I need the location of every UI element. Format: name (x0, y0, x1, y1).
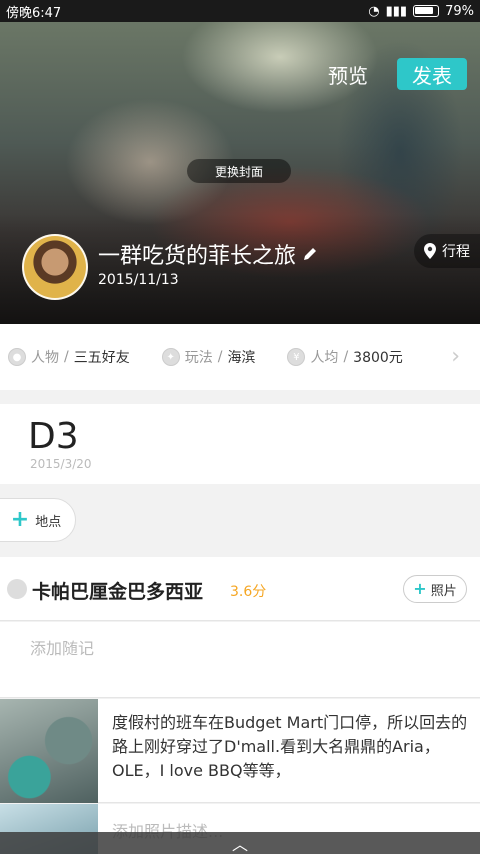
itinerary-label: 行程 (442, 244, 470, 260)
publish-button[interactable]: 发表 (397, 58, 467, 90)
trip-tags-bar[interactable]: ● 人物 / 三五好友 ✦ 玩法 / 海滨 ¥ 人均/3800元 › (0, 324, 480, 390)
tag-value: 三五好友 (73, 350, 130, 366)
battery-icon (413, 5, 440, 17)
add-place-button[interactable]: + 地点 (0, 498, 76, 542)
trip-title[interactable]: 一群吃货的菲长之旅 (98, 238, 318, 270)
trip-date: 2015/11/13 (98, 272, 179, 288)
tag-value: 3800元 (353, 350, 403, 366)
tag-cost[interactable]: ¥ 人均/3800元 (287, 347, 403, 367)
place-name: 卡帕巴厘金巴多西亚 (32, 581, 204, 603)
wifi-icon: ◔ (368, 3, 380, 19)
signal-icon: ▮▮▮ (385, 3, 408, 19)
tag-key: 人均 (310, 350, 339, 366)
chevron-up-icon[interactable]: ︿ (232, 831, 248, 854)
status-icons: ◔ ▮▮▮ 79% (368, 4, 474, 19)
tag-people[interactable]: ● 人物 / 三五好友 (8, 347, 130, 367)
cover-image: 预览 发表 更换封面 一群吃货的菲长之旅 2015/11/13 行程 (0, 22, 480, 324)
preview-button[interactable]: 预览 (328, 60, 368, 89)
add-photo-label: 照片 (430, 583, 457, 599)
place-rating: 3.6分 (230, 584, 267, 600)
tag-key: 玩法 (184, 350, 213, 366)
edit-pencil-icon[interactable] (302, 246, 318, 262)
tag-play[interactable]: ✦ 玩法 / 海滨 (161, 347, 256, 367)
place-marker-icon (7, 579, 27, 599)
photo-description[interactable]: 度假村的班车在Budget Mart门口停，所以回去的路上刚好穿过了D'mall… (112, 711, 468, 783)
status-time: 傍晚6:47 (6, 5, 62, 21)
photo-thumbnail[interactable] (0, 699, 98, 803)
add-note-field[interactable]: 添加随记 (0, 622, 480, 698)
status-bar: 傍晚6:47 ◔ ▮▮▮ 79% (0, 0, 480, 22)
collapse-bar[interactable]: ︿ (0, 832, 480, 854)
tag-value: 海滨 (227, 350, 256, 366)
photo-entry[interactable]: 度假村的班车在Budget Mart门口停，所以回去的路上刚好穿过了D'mall… (0, 699, 480, 803)
plus-icon: + (413, 579, 427, 598)
play-icon: ✦ (161, 348, 180, 366)
tag-key: 人物 (31, 350, 59, 366)
chevron-right-icon[interactable]: › (451, 344, 460, 369)
person-icon: ● (8, 348, 26, 366)
plus-icon: + (10, 507, 30, 532)
note-placeholder: 添加随记 (30, 639, 95, 658)
location-pin-icon (424, 243, 436, 259)
trip-title-text: 一群吃货的菲长之旅 (98, 244, 297, 269)
avatar[interactable] (22, 234, 88, 300)
battery-percent: 79% (445, 3, 474, 19)
yen-icon: ¥ (287, 348, 306, 366)
day-date: 2015/3/20 (30, 457, 92, 471)
day-label: D3 (28, 416, 79, 457)
day-header: D3 2015/3/20 (0, 404, 480, 484)
add-place-label: 地点 (35, 514, 62, 530)
itinerary-button[interactable]: 行程 (414, 234, 480, 268)
place-card[interactable]: 卡帕巴厘金巴多西亚 3.6分 + 照片 (0, 557, 480, 621)
change-cover-button[interactable]: 更换封面 (187, 159, 291, 183)
add-photo-button[interactable]: + 照片 (403, 575, 467, 603)
